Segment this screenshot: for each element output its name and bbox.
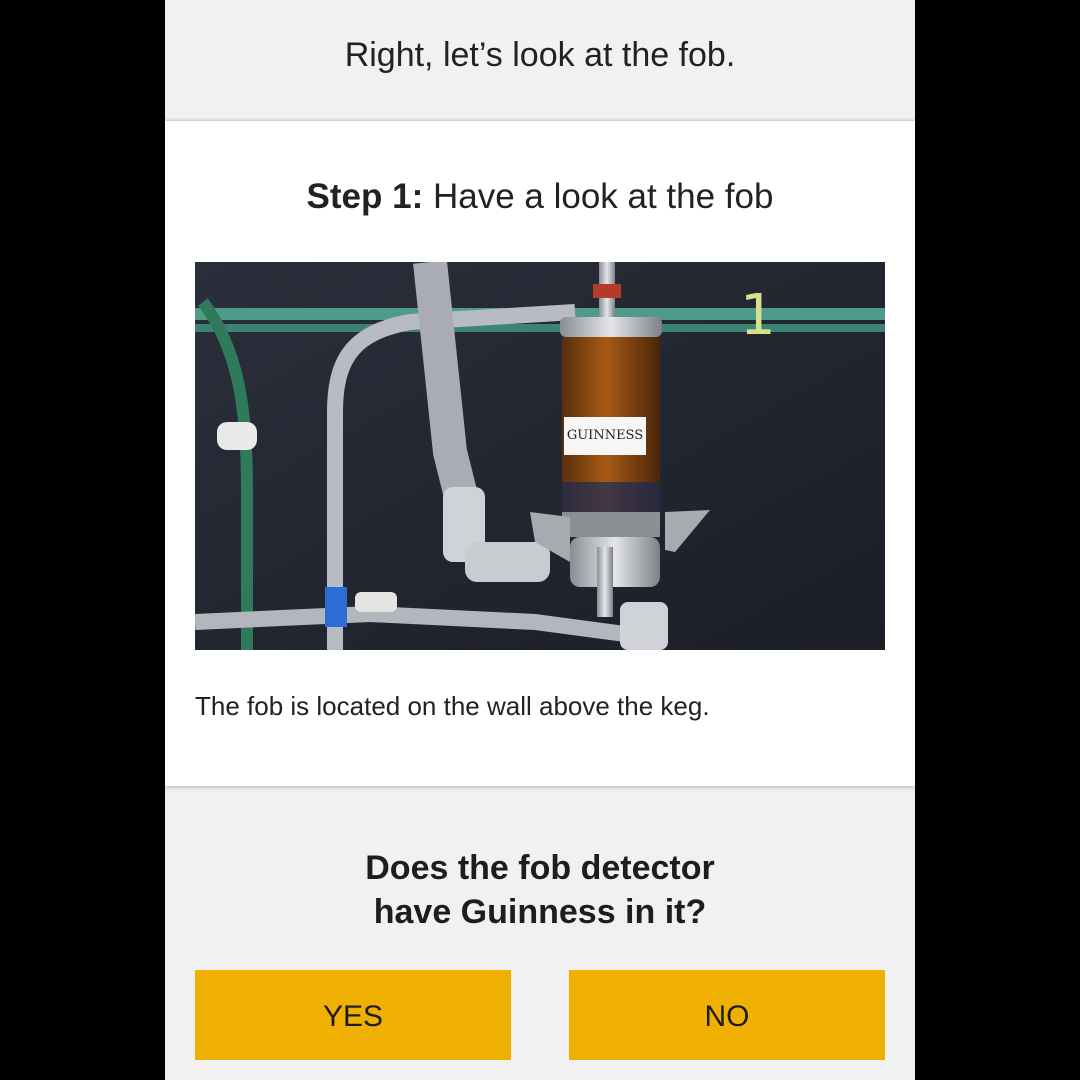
app-screen: Right, let’s look at the fob. Step 1: Ha… <box>165 0 915 1080</box>
photo-label: GUINNESS <box>567 428 643 443</box>
question-text: Does the fob detector have Guinness in i… <box>165 846 915 934</box>
yes-button-label: YES <box>322 1000 384 1033</box>
step-title: Step 1: Have a look at the fob <box>165 177 915 217</box>
step-description: Have a look at the fob <box>423 177 774 216</box>
step-card: Step 1: Have a look at the fob GUINNESS … <box>165 121 915 786</box>
step-caption: The fob is located on the wall above the… <box>195 691 710 721</box>
fob-illustration: GUINNESS 1 <box>195 262 885 650</box>
photo-chalk-number: 1 <box>740 283 776 348</box>
header-title: Right, let’s look at the fob. <box>344 35 736 74</box>
yes-button[interactable]: YES <box>195 970 511 1060</box>
header-bar: Right, let’s look at the fob. <box>165 0 915 120</box>
no-button[interactable]: NO <box>569 970 885 1060</box>
no-button-label: NO <box>704 1000 750 1033</box>
step-number: Step 1: <box>306 177 424 216</box>
question-line-1: Does the fob detector <box>365 849 715 887</box>
fob-photo: GUINNESS 1 <box>195 262 885 650</box>
question-line-2: have Guinness in it? <box>373 893 707 931</box>
